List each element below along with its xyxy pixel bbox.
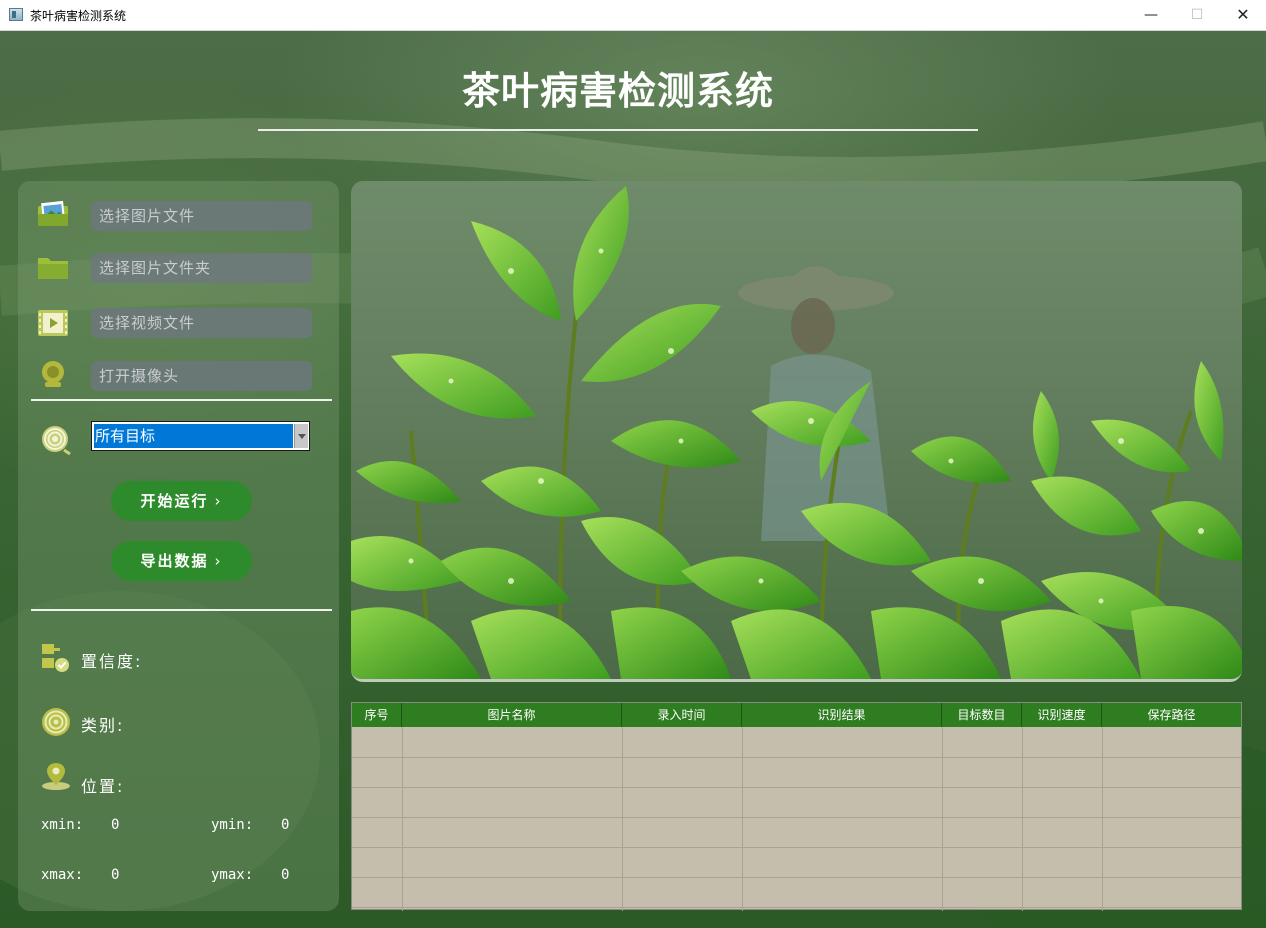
title-bar: 茶叶病害检测系统 — ☐ ✕ [0, 0, 1266, 31]
tea-leaves-image [351, 186, 1242, 679]
column-header-index[interactable]: 序号 [352, 703, 402, 727]
table-row-divider [352, 847, 1241, 848]
start-button-label: 开始运行 [140, 492, 209, 510]
column-header-image-name[interactable]: 图片名称 [402, 703, 622, 727]
camera-input[interactable]: 打开摄像头 [91, 361, 312, 391]
xmin-value: 0 [111, 817, 120, 833]
class-icon [42, 708, 70, 736]
class-label: 类别: [81, 716, 125, 735]
ymin-value: 0 [281, 817, 290, 833]
video-file-icon[interactable] [37, 309, 69, 337]
export-button[interactable]: 导出数据 › [111, 541, 252, 581]
image-display-panel [351, 181, 1242, 682]
chevron-down-icon[interactable] [294, 424, 308, 448]
table-row-divider [352, 877, 1241, 878]
start-button[interactable]: 开始运行 › [111, 481, 252, 521]
confidence-label: 置信度: [81, 652, 143, 671]
xmax-value: 0 [111, 867, 120, 883]
table-column-divider [742, 727, 743, 911]
window-title: 茶叶病害检测系统 [30, 9, 127, 23]
folder-icon[interactable] [37, 253, 69, 281]
column-header-result[interactable]: 识别结果 [742, 703, 942, 727]
target-select[interactable]: 所有目标 [91, 421, 310, 451]
maximize-button[interactable]: ☐ [1174, 0, 1220, 30]
column-header-save-path[interactable]: 保存路径 [1102, 703, 1241, 727]
farmer-silhouette [738, 266, 894, 541]
table-row-divider [352, 757, 1241, 758]
table-column-divider [402, 727, 403, 911]
table-header: 序号 图片名称 录入时间 识别结果 目标数目 识别速度 保存路径 [352, 703, 1241, 727]
image-file-icon[interactable] [37, 200, 69, 228]
target-select-value: 所有目标 [94, 424, 293, 448]
chevron-right-icon: › [214, 552, 223, 570]
page-title: 茶叶病害检测系统 [461, 69, 774, 113]
close-button[interactable]: ✕ [1220, 0, 1266, 30]
position-label: 位置: [81, 777, 125, 796]
table-column-divider [1022, 727, 1023, 911]
location-pin-icon [42, 763, 70, 790]
xmin-label: xmin: [41, 817, 84, 833]
ymax-value: 0 [281, 867, 290, 883]
chevron-right-icon: › [214, 492, 223, 510]
table-column-divider [942, 727, 943, 911]
app-window: 茶叶病害检测系统 — ☐ ✕ 茶叶病害检测系统 选择图片文件 选择图片文件夹 选… [0, 0, 1266, 928]
table-column-divider [1102, 727, 1103, 911]
target-icon [42, 426, 71, 456]
app-icon [9, 8, 23, 21]
confidence-icon [42, 644, 69, 672]
ymin-label: ymin: [211, 817, 254, 833]
camera-icon[interactable] [37, 360, 69, 388]
image-folder-input[interactable]: 选择图片文件夹 [91, 253, 312, 283]
divider-top [31, 399, 332, 401]
video-file-input[interactable]: 选择视频文件 [91, 308, 312, 338]
image-file-input[interactable]: 选择图片文件 [91, 201, 312, 231]
results-table[interactable]: 序号 图片名称 录入时间 识别结果 目标数目 识别速度 保存路径 [351, 702, 1242, 911]
column-header-speed[interactable]: 识别速度 [1022, 703, 1102, 727]
xmax-label: xmax: [41, 867, 84, 883]
export-button-label: 导出数据 [140, 552, 209, 570]
minimize-button[interactable]: — [1128, 0, 1174, 30]
column-header-target-count[interactable]: 目标数目 [942, 703, 1022, 727]
table-column-divider [622, 727, 623, 911]
title-underline [258, 129, 978, 131]
divider-bottom [31, 609, 332, 611]
table-row-divider [352, 907, 1241, 908]
table-row-divider [352, 817, 1241, 818]
column-header-entry-time[interactable]: 录入时间 [622, 703, 742, 727]
table-row-divider [352, 787, 1241, 788]
ymax-label: ymax: [211, 867, 254, 883]
